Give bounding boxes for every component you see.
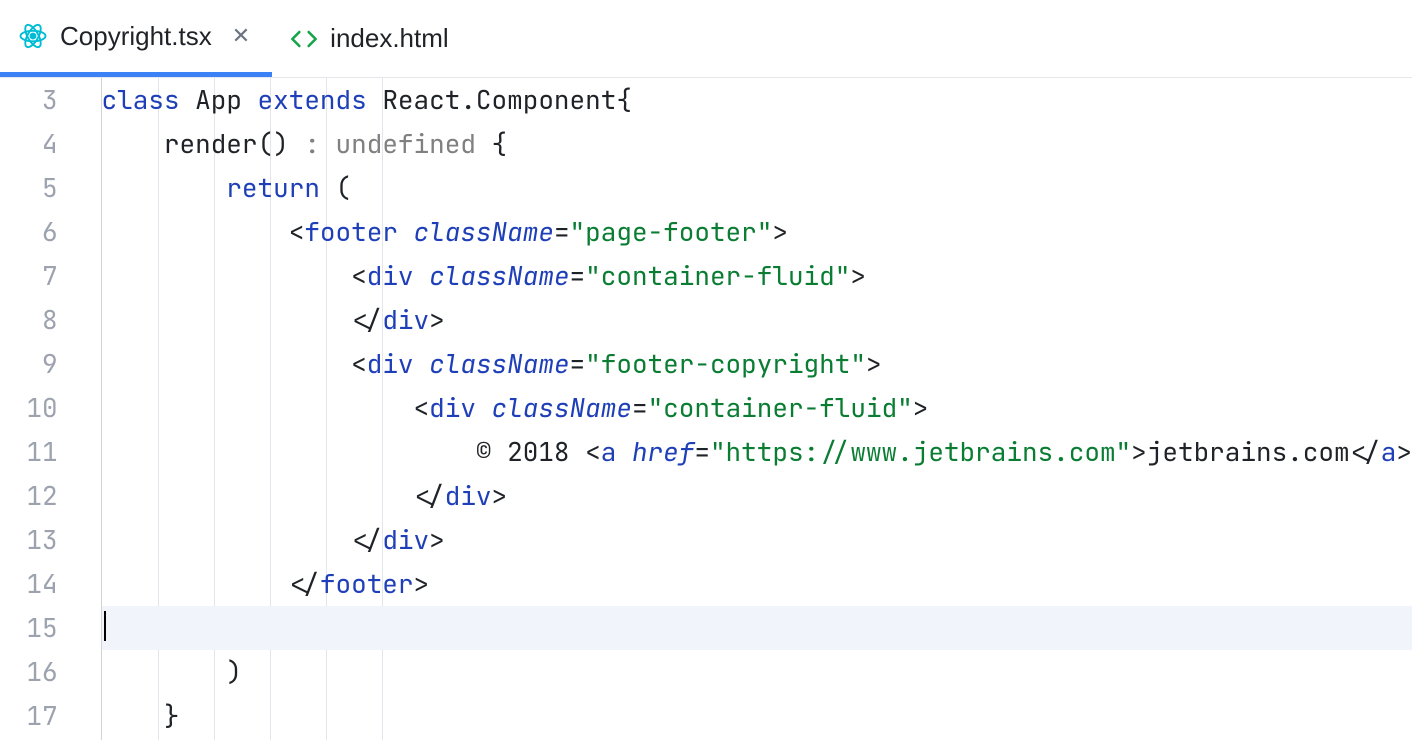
line-number-gutter: 3 4 5 6 7 8 9 10 11 12 13 14 15 16 17 [0,78,76,740]
code-line[interactable]: render() : undefined { [102,122,1412,166]
line-number: 12 [0,474,58,518]
line-number: 7 [0,254,58,298]
text-caret [104,611,106,641]
line-number: 9 [0,342,58,386]
line-number: 11 [0,430,58,474]
line-number: 17 [0,694,58,738]
code-line[interactable]: </footer> [102,562,1412,606]
line-number: 14 [0,562,58,606]
tab-copyright-tsx[interactable]: Copyright.tsx ✕ [0,0,272,77]
line-number: 6 [0,210,58,254]
code-line[interactable]: ) [102,650,1412,694]
tab-label: Copyright.tsx [60,21,212,52]
code-line-current[interactable] [102,606,1412,650]
line-number: 15 [0,606,58,650]
code-line[interactable]: </div> [102,298,1412,342]
react-file-icon [18,21,48,51]
line-number: 10 [0,386,58,430]
line-number: 3 [0,78,58,122]
code-line[interactable]: <footer className="page-footer"> [102,210,1412,254]
line-number: 4 [0,122,58,166]
line-number: 13 [0,518,58,562]
code-line[interactable]: </div> [102,518,1412,562]
html-file-icon [290,25,318,53]
code-line[interactable]: © 2018 <a href="https://www.jetbrains.co… [102,430,1412,474]
code-line[interactable]: <div className="container-fluid"> [102,254,1412,298]
tab-label: index.html [330,23,449,54]
line-number: 16 [0,650,58,694]
gutter-separator [76,78,101,740]
code-line[interactable]: class App extends React.Component{ [102,78,1412,122]
type-hint: : undefined [304,126,476,161]
tab-index-html[interactable]: index.html [272,0,471,77]
line-number: 5 [0,166,58,210]
code-line[interactable]: return ( [102,166,1412,210]
code-line[interactable]: </div> [102,474,1412,518]
code-area[interactable]: class App extends React.Component{ rende… [101,78,1412,740]
tab-bar: Copyright.tsx ✕ index.html [0,0,1412,78]
line-number: 8 [0,298,58,342]
code-editor[interactable]: 3 4 5 6 7 8 9 10 11 12 13 14 15 16 17 cl… [0,78,1412,740]
code-line[interactable]: <div className="footer-copyright"> [102,342,1412,386]
close-tab-icon[interactable]: ✕ [232,25,250,47]
code-line[interactable]: <div className="container-fluid"> [102,386,1412,430]
code-line[interactable]: } [102,694,1412,738]
